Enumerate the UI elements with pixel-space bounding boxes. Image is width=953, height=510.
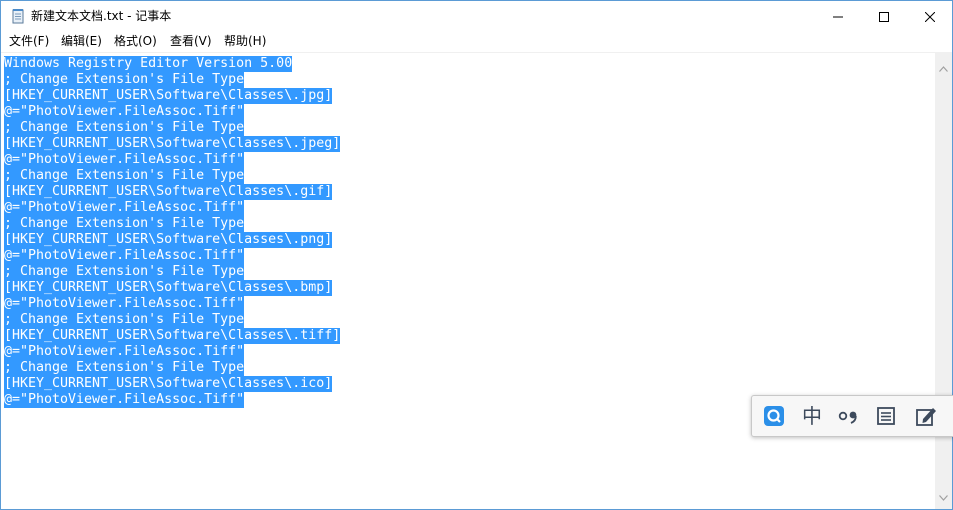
ime-toolbar: 中	[751, 395, 953, 437]
close-button[interactable]	[907, 1, 952, 31]
text-line[interactable]: @="PhotoViewer.FileAssoc.Tiff"	[4, 344, 340, 360]
editor-content[interactable]: Windows Registry Editor Version 5.00 ; C…	[4, 56, 341, 408]
text-line[interactable]: @="PhotoViewer.FileAssoc.Tiff"	[4, 104, 340, 120]
text-line[interactable]: @="PhotoViewer.FileAssoc.Tiff"	[4, 392, 340, 408]
menu-edit[interactable]: 编辑(E)	[60, 33, 103, 49]
text-line[interactable]: [HKEY_CURRENT_USER\Software\Classes\.png…	[4, 232, 340, 248]
text-line[interactable]: [HKEY_CURRENT_USER\Software\Classes\.tif…	[4, 328, 341, 344]
maximize-icon	[879, 7, 889, 26]
text-line[interactable]: ; Change Extension's File Type	[4, 360, 340, 376]
text-line[interactable]: ; Change Extension's File Type	[4, 120, 340, 136]
ime-mode-label: 中	[802, 404, 822, 428]
handwriting-icon[interactable]	[912, 402, 940, 430]
notepad-icon	[10, 8, 26, 24]
text-line[interactable]: @="PhotoViewer.FileAssoc.Tiff"	[4, 200, 340, 216]
text-line[interactable]: [HKEY_CURRENT_USER\Software\Classes\.gif…	[4, 184, 340, 200]
maximize-button[interactable]	[861, 1, 907, 31]
menu-bar: 文件(F) 编辑(E) 格式(O) 查看(V) 帮助(H)	[1, 31, 952, 52]
text-line[interactable]: ; Change Extension's File Type	[4, 168, 340, 184]
text-line[interactable]: @="PhotoViewer.FileAssoc.Tiff"	[4, 152, 340, 168]
text-editor[interactable]: Windows Registry Editor Version 5.00 ; C…	[1, 52, 935, 509]
title-bar[interactable]: 新建文本文档.txt - 记事本	[1, 1, 952, 31]
window-title: 新建文本文档.txt - 记事本	[31, 9, 172, 23]
text-line[interactable]: ; Change Extension's File Type	[4, 312, 340, 328]
text-line[interactable]: @="PhotoViewer.FileAssoc.Tiff"	[4, 296, 340, 312]
search-logo-icon[interactable]	[760, 402, 788, 430]
text-line[interactable]: @="PhotoViewer.FileAssoc.Tiff"	[4, 248, 340, 264]
menu-format[interactable]: 格式(O)	[113, 33, 158, 49]
vertical-scrollbar[interactable]	[935, 52, 952, 509]
text-line[interactable]: ; Change Extension's File Type	[4, 264, 340, 280]
text-line[interactable]: [HKEY_CURRENT_USER\Software\Classes\.bmp…	[4, 280, 340, 296]
scroll-up-icon[interactable]	[939, 57, 948, 76]
menu-view[interactable]: 查看(V)	[169, 33, 213, 49]
text-line[interactable]: [HKEY_CURRENT_USER\Software\Classes\.ico…	[4, 376, 340, 392]
punctuation-icon[interactable]	[836, 402, 864, 430]
text-line[interactable]: Windows Registry Editor Version 5.00	[4, 56, 340, 72]
minimize-button[interactable]	[815, 1, 861, 31]
text-line[interactable]: ; Change Extension's File Type	[4, 72, 340, 88]
menu-file[interactable]: 文件(F)	[8, 33, 50, 49]
minimize-icon	[833, 7, 843, 26]
close-icon	[924, 7, 936, 26]
scroll-down-icon[interactable]	[939, 486, 948, 505]
text-line[interactable]: [HKEY_CURRENT_USER\Software\Classes\.jpe…	[4, 136, 341, 152]
ime-mode-button[interactable]: 中	[798, 402, 826, 430]
keyboard-icon[interactable]	[872, 402, 900, 430]
text-line[interactable]: [HKEY_CURRENT_USER\Software\Classes\.jpg…	[4, 88, 340, 104]
menu-help[interactable]: 帮助(H)	[223, 33, 267, 49]
text-line[interactable]: ; Change Extension's File Type	[4, 216, 340, 232]
